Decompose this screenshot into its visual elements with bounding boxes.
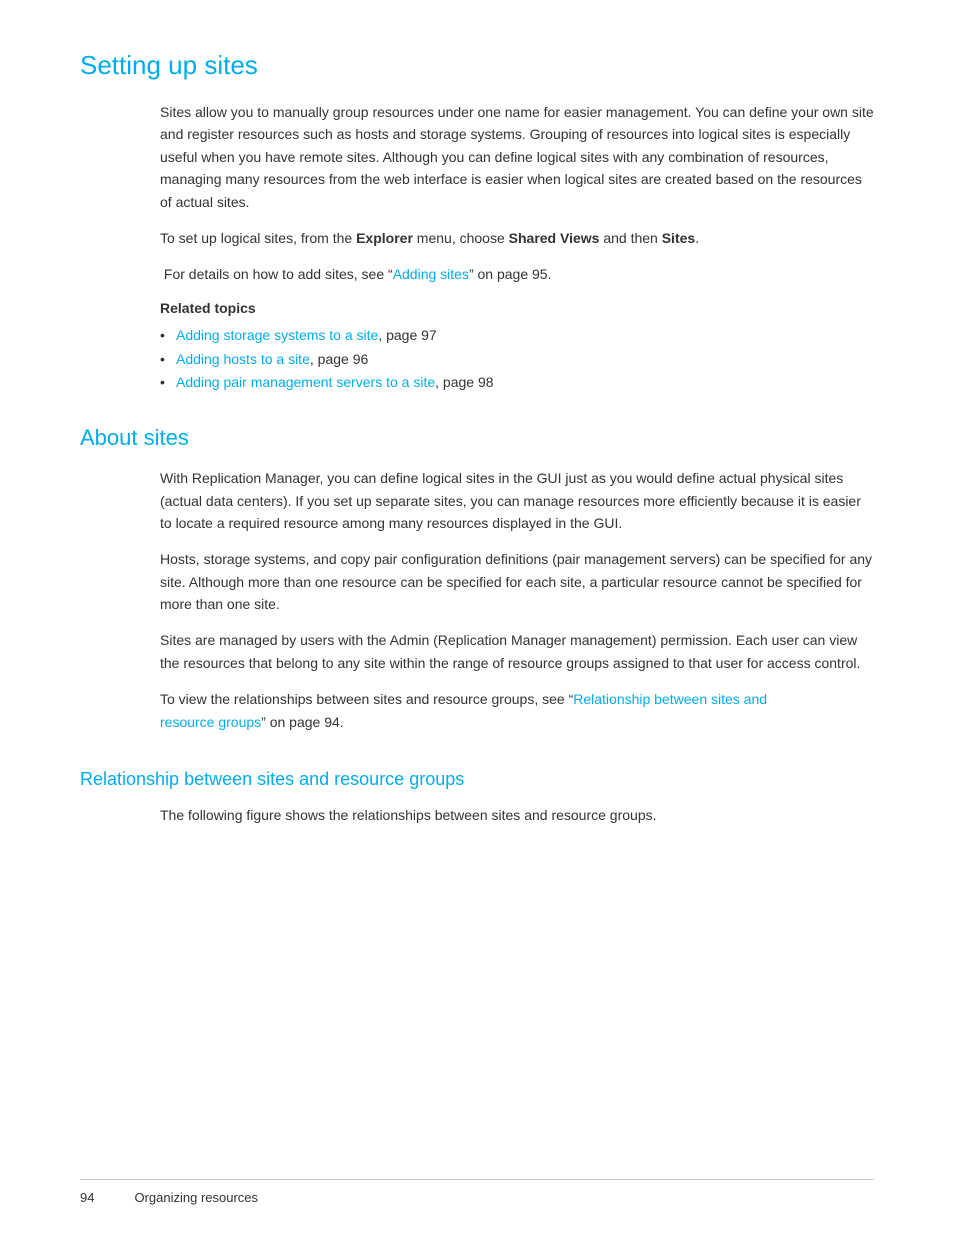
intro-p2-end: . — [695, 230, 699, 246]
intro-paragraph1: Sites allow you to manually group resour… — [160, 101, 874, 213]
about-p4-prefix: To view the relationships between sites … — [160, 691, 573, 707]
adding-sites-link[interactable]: Adding sites — [393, 266, 469, 282]
relationship-content: The following figure shows the relations… — [80, 804, 874, 826]
footer: 94 Organizing resources — [80, 1179, 874, 1205]
about-sites-title: About sites — [80, 425, 874, 451]
adding-storage-systems-link[interactable]: Adding storage systems to a site — [176, 327, 378, 343]
about-sites-content: With Replication Manager, you can define… — [80, 467, 874, 733]
related-topics-label: Related topics — [160, 300, 874, 316]
page: Setting up sites Sites allow you to manu… — [0, 0, 954, 1235]
about-sites-paragraph3: Sites are managed by users with the Admi… — [160, 629, 874, 674]
list-item: Adding hosts to a site, page 96 — [160, 348, 874, 372]
intro-p2-prefix: To set up logical sites, from the — [160, 230, 356, 246]
relationship-title: Relationship between sites and resource … — [80, 769, 874, 790]
intro-p2-bold1: Explorer — [356, 230, 413, 246]
intro-paragraph3: For details on how to add sites, see “Ad… — [160, 263, 874, 285]
intro-p3-suffix: ” on page 95. — [469, 266, 552, 282]
footer-page-number: 94 — [80, 1190, 94, 1205]
list-item-suffix3: , page 98 — [435, 374, 493, 390]
intro-paragraph2: To set up logical sites, from the Explor… — [160, 227, 874, 249]
list-item-suffix2: , page 96 — [310, 351, 368, 367]
intro-p2-bold3: Sites — [662, 230, 695, 246]
relationship-section: Relationship between sites and resource … — [80, 769, 874, 826]
adding-pair-management-link[interactable]: Adding pair management servers to a site — [176, 374, 435, 390]
intro-p3-prefix: For details on how to add sites, see “ — [164, 266, 393, 282]
intro-p2-mid: menu, choose — [413, 230, 509, 246]
list-item: Adding pair management servers to a site… — [160, 371, 874, 395]
about-sites-paragraph4: To view the relationships between sites … — [160, 688, 874, 733]
intro-section: Sites allow you to manually group resour… — [80, 101, 874, 395]
about-sites-paragraph1: With Replication Manager, you can define… — [160, 467, 874, 534]
about-sites-section: About sites With Replication Manager, yo… — [80, 425, 874, 733]
list-item-suffix1: , page 97 — [378, 327, 436, 343]
intro-p2-suffix: and then — [599, 230, 661, 246]
about-p4-suffix: ” on page 94. — [261, 714, 344, 730]
related-topics-list: Adding storage systems to a site, page 9… — [160, 324, 874, 395]
about-sites-paragraph2: Hosts, storage systems, and copy pair co… — [160, 548, 874, 615]
intro-p2-bold2: Shared Views — [509, 230, 600, 246]
footer-label: Organizing resources — [134, 1190, 258, 1205]
page-title: Setting up sites — [80, 50, 874, 81]
relationship-paragraph1: The following figure shows the relations… — [160, 804, 874, 826]
adding-hosts-link[interactable]: Adding hosts to a site — [176, 351, 310, 367]
list-item: Adding storage systems to a site, page 9… — [160, 324, 874, 348]
